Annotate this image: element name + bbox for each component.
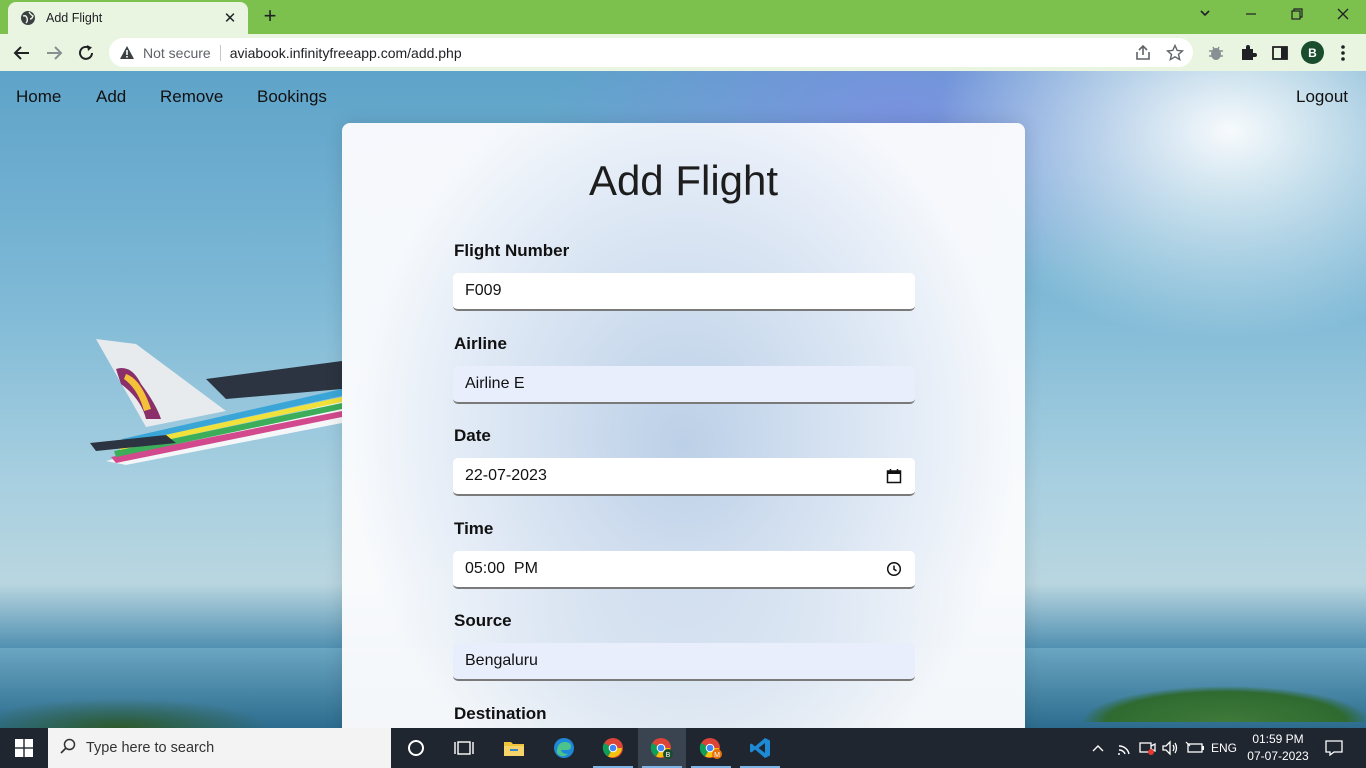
- source-value: Bengaluru: [465, 652, 538, 669]
- edge-browser-icon[interactable]: [540, 728, 588, 768]
- nav-add-link[interactable]: Add: [96, 87, 126, 107]
- reload-icon[interactable]: [74, 41, 98, 65]
- date-value: 22-07-2023: [465, 467, 547, 484]
- minimize-icon[interactable]: [1228, 4, 1274, 26]
- browser-tab[interactable]: Add Flight ✕: [8, 2, 248, 34]
- airline-label: Airline: [454, 334, 507, 353]
- airline-value: Airline E: [465, 375, 525, 392]
- search-placeholder: Type here to search: [86, 740, 215, 756]
- add-flight-card: Add Flight Flight Number F009 Airline Ai…: [342, 123, 1025, 728]
- close-window-icon[interactable]: [1320, 4, 1366, 26]
- clock-date: 07-07-2023: [1247, 749, 1309, 763]
- tab-search-icon[interactable]: [1182, 4, 1228, 26]
- network-icon[interactable]: [1113, 728, 1135, 768]
- language-indicator[interactable]: ENG: [1208, 728, 1240, 768]
- svg-text:M: M: [714, 752, 720, 759]
- clock-icon[interactable]: [885, 560, 903, 578]
- tab-close-icon[interactable]: ✕: [222, 9, 238, 27]
- vscode-icon[interactable]: [736, 728, 784, 768]
- windows-taskbar: Type here to search B M ENG 01:59 PM 07-…: [0, 728, 1366, 768]
- new-tab-button[interactable]: +: [259, 5, 281, 28]
- browser-tab-strip: Add Flight ✕ +: [0, 0, 1366, 34]
- browser-toolbar: Not secure aviabook.infinityfreeapp.com/…: [0, 34, 1366, 71]
- notifications-icon[interactable]: [1320, 728, 1348, 768]
- windows-start-icon[interactable]: [0, 728, 48, 768]
- clock-time: 01:59 PM: [1252, 732, 1304, 746]
- cortana-icon[interactable]: [392, 728, 440, 768]
- search-icon: [60, 738, 76, 759]
- profile-avatar[interactable]: B: [1301, 41, 1324, 64]
- omnibox-divider: [219, 44, 221, 61]
- date-input[interactable]: 22-07-2023: [453, 458, 915, 496]
- chrome-icon[interactable]: [589, 728, 637, 768]
- show-hidden-icons-icon[interactable]: [1088, 728, 1108, 768]
- flight-number-input[interactable]: F009: [453, 273, 915, 311]
- globe-icon: [20, 10, 36, 26]
- page-title: Add Flight: [588, 157, 779, 204]
- address-bar[interactable]: Not secure aviabook.infinityfreeapp.com/…: [109, 38, 1193, 67]
- warning-icon[interactable]: [119, 45, 135, 61]
- destination-label: Destination: [454, 704, 547, 723]
- airline-input[interactable]: Airline E: [453, 366, 915, 404]
- airplane-image: [90, 339, 342, 465]
- chrome-profile-m-icon[interactable]: M: [687, 728, 735, 768]
- meet-now-icon[interactable]: [1136, 728, 1158, 768]
- share-icon[interactable]: [1134, 44, 1152, 62]
- source-label: Source: [454, 611, 512, 630]
- flight-number-value: F009: [465, 282, 502, 299]
- time-input[interactable]: 05:00 PM: [453, 551, 915, 589]
- extensions-puzzle-icon[interactable]: [1238, 43, 1258, 63]
- battery-icon[interactable]: [1183, 728, 1207, 768]
- file-explorer-icon[interactable]: [490, 728, 538, 768]
- chrome-profile-b-icon[interactable]: B: [638, 728, 686, 768]
- date-label: Date: [454, 426, 491, 445]
- bug-extension-icon[interactable]: [1206, 43, 1226, 63]
- forward-icon[interactable]: [42, 41, 66, 65]
- nav-bookings-link[interactable]: Bookings: [257, 87, 327, 107]
- trees-background: [0, 688, 360, 728]
- flight-number-label: Flight Number: [454, 241, 570, 260]
- calendar-icon[interactable]: [885, 467, 903, 485]
- svg-text:B: B: [666, 752, 671, 759]
- task-view-icon[interactable]: [440, 728, 488, 768]
- menu-kebab-icon[interactable]: [1333, 43, 1353, 63]
- island-background: [1006, 652, 1366, 722]
- page-background: Home Add Remove Bookings Logout Add Flig…: [0, 71, 1366, 728]
- system-clock[interactable]: 01:59 PM 07-07-2023: [1240, 731, 1316, 765]
- tab-title: Add Flight: [46, 11, 103, 25]
- side-panel-icon[interactable]: [1270, 43, 1290, 63]
- volume-icon[interactable]: [1159, 728, 1181, 768]
- url-text[interactable]: aviabook.infinityfreeapp.com/add.php: [230, 45, 462, 61]
- nav-home-link[interactable]: Home: [16, 87, 61, 107]
- site-navbar: Home Add Remove Bookings Logout: [0, 71, 1366, 123]
- source-input[interactable]: Bengaluru: [453, 643, 915, 681]
- nav-remove-link[interactable]: Remove: [160, 87, 223, 107]
- time-label: Time: [454, 519, 494, 538]
- back-icon[interactable]: [10, 41, 34, 65]
- restore-icon[interactable]: [1274, 4, 1320, 26]
- security-status[interactable]: Not secure: [143, 45, 211, 61]
- taskbar-search-box[interactable]: Type here to search: [48, 728, 391, 768]
- bookmark-star-icon[interactable]: [1165, 43, 1185, 62]
- nav-logout-link[interactable]: Logout: [1296, 87, 1348, 107]
- time-value: 05:00 PM: [465, 560, 538, 577]
